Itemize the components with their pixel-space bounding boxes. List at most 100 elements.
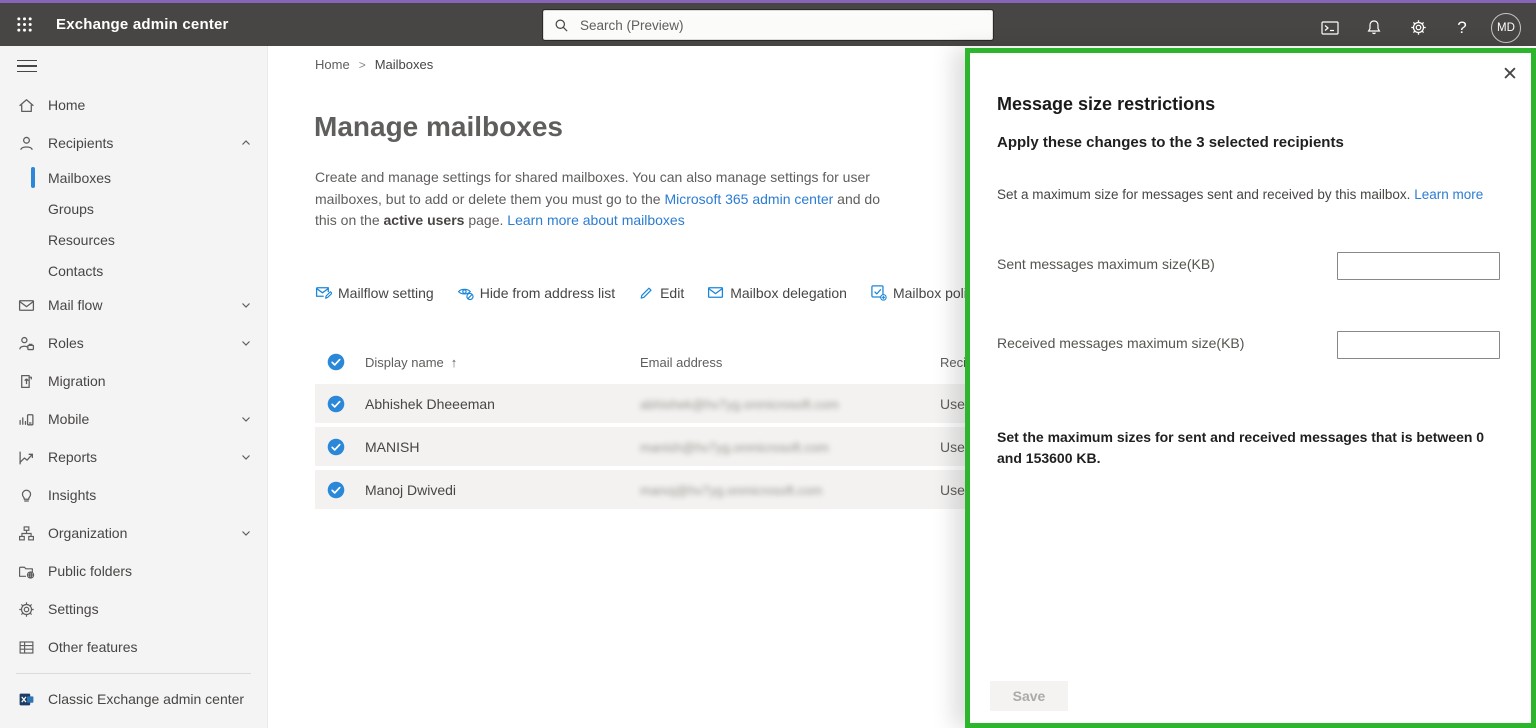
row-checkbox[interactable]	[315, 395, 365, 413]
chevron-down-icon	[240, 527, 252, 539]
column-header-display-name[interactable]: Display name ↑	[365, 355, 640, 370]
sidebar-item-label: Organization	[48, 525, 127, 541]
selected-check-icon	[327, 481, 345, 499]
cell-display-name: MANISH	[365, 439, 640, 455]
sidebar-item-organization[interactable]: Organization	[0, 514, 267, 552]
row-checkbox[interactable]	[315, 438, 365, 456]
sidebar-item-other-features[interactable]: Other features	[0, 628, 267, 666]
nav-collapse-button[interactable]	[0, 46, 267, 86]
chevron-down-icon	[240, 299, 252, 311]
migration-icon	[18, 373, 35, 390]
toolbar-label: Mailflow setting	[338, 285, 434, 301]
search-icon	[554, 18, 569, 33]
sent-max-size-label: Sent messages maximum size(KB)	[997, 256, 1215, 272]
breadcrumb: Home > Mailboxes	[315, 57, 433, 72]
cell-email: manish@hv7yg.onmicrosoft.com	[640, 439, 940, 455]
sidebar-item-label: Migration	[48, 373, 106, 389]
select-all-checkbox[interactable]	[315, 353, 365, 371]
sidebar-item-groups[interactable]: Groups	[0, 193, 267, 224]
account-button[interactable]: MD	[1484, 6, 1528, 49]
sidebar-item-migration[interactable]: Migration	[0, 362, 267, 400]
edit-button[interactable]: Edit	[638, 285, 684, 301]
settings-button[interactable]	[1396, 6, 1440, 49]
sidebar-item-label: Mail flow	[48, 297, 102, 313]
toolbar-label: Edit	[660, 285, 684, 301]
mailbox-delegation-button[interactable]: Mailbox delegation	[707, 284, 847, 301]
close-button[interactable]: ✕	[1495, 59, 1525, 89]
breadcrumb-current[interactable]: Mailboxes	[375, 57, 434, 72]
topbar: Exchange admin center	[0, 0, 1536, 46]
email-text-redacted: manoj@hv7yg.onmicrosoft.com	[640, 483, 822, 498]
chevron-down-icon	[240, 451, 252, 463]
sidebar-item-public-folders[interactable]: Public folders	[0, 552, 267, 590]
sidebar-item-reports[interactable]: Reports	[0, 438, 267, 476]
cloud-shell-icon	[1321, 20, 1339, 36]
selected-check-icon	[327, 353, 345, 371]
help-button[interactable]: ?	[1440, 6, 1484, 49]
cell-email: abhishek@hv7yg.onmicrosoft.com	[640, 396, 940, 412]
column-header-email[interactable]: Email address	[640, 355, 940, 370]
hide-from-address-list-button[interactable]: Hide from address list	[457, 284, 615, 301]
sidebar-item-contacts[interactable]: Contacts	[0, 255, 267, 286]
sidebar-item-mailboxes[interactable]: Mailboxes	[0, 162, 267, 193]
sidebar-item-mobile[interactable]: Mobile	[0, 400, 267, 438]
sidebar-item-recipients[interactable]: Recipients	[0, 124, 267, 162]
search-input[interactable]	[578, 17, 982, 34]
received-max-size-input[interactable]	[1337, 331, 1500, 359]
chevron-down-icon	[240, 337, 252, 349]
cell-display-name: Manoj Dwivedi	[365, 482, 640, 498]
row-checkbox[interactable]	[315, 481, 365, 499]
display-name-text: Abhishek Dheeeman	[365, 396, 495, 412]
cell-email: manoj@hv7yg.onmicrosoft.com	[640, 482, 940, 498]
app-launcher-button[interactable]	[0, 3, 48, 46]
breadcrumb-separator: >	[359, 58, 366, 72]
sidebar-item-label: Mobile	[48, 411, 89, 427]
sidebar-item-label: Settings	[48, 601, 99, 617]
toolbar-label: Mailbox delegation	[730, 285, 847, 301]
sidebar-item-insights[interactable]: Insights	[0, 476, 267, 514]
topbar-actions: ? MD	[1308, 6, 1528, 49]
sidebar-item-settings[interactable]: Settings	[0, 590, 267, 628]
learn-more-link[interactable]: Learn more	[1414, 187, 1483, 202]
intro-text: Set a maximum size for messages sent and…	[997, 187, 1414, 202]
email-text-redacted: manish@hv7yg.onmicrosoft.com	[640, 440, 829, 455]
m365-admin-center-link[interactable]: Microsoft 365 admin center	[664, 191, 833, 207]
panel-subtitle: Apply these changes to the 3 selected re…	[997, 134, 1344, 151]
sidebar-item-label: Mailboxes	[48, 170, 111, 186]
save-button[interactable]: Save	[990, 681, 1068, 711]
people-icon	[18, 135, 35, 152]
column-header-label: Display name	[365, 355, 444, 370]
cloud-shell-button[interactable]	[1308, 6, 1352, 49]
mailflow-setting-button[interactable]: Mailflow setting	[315, 284, 434, 301]
sidebar-item-label: Other features	[48, 639, 138, 655]
notifications-button[interactable]	[1352, 6, 1396, 49]
sidebar: Home Recipients Mailboxes Groups Resourc…	[0, 46, 268, 728]
sidebar-item-resources[interactable]: Resources	[0, 224, 267, 255]
description-text: page.	[464, 212, 507, 228]
learn-more-mailboxes-link[interactable]: Learn more about mailboxes	[507, 212, 684, 228]
chevron-down-icon	[240, 413, 252, 425]
sidebar-item-label: Resources	[48, 232, 115, 248]
cell-display-name: Abhishek Dheeeman	[365, 396, 640, 412]
sidebar-item-label: Reports	[48, 449, 97, 465]
mailflow-setting-icon	[315, 284, 332, 301]
panel-title: Message size restrictions	[997, 94, 1215, 115]
sidebar-item-home[interactable]: Home	[0, 86, 267, 124]
hamburger-icon	[17, 56, 37, 77]
gear-icon	[18, 601, 35, 618]
lightbulb-icon	[18, 487, 35, 504]
chevron-up-icon	[240, 137, 252, 149]
breadcrumb-home[interactable]: Home	[315, 57, 350, 72]
sidebar-item-classic-eac[interactable]: Classic Exchange admin center	[0, 680, 267, 718]
sent-max-size-input[interactable]	[1337, 252, 1500, 280]
sidebar-item-roles[interactable]: Roles	[0, 324, 267, 362]
sidebar-item-label: Public folders	[48, 563, 132, 579]
toolbar-label: Hide from address list	[480, 285, 615, 301]
column-header-label: Email address	[640, 355, 722, 370]
mailbox-delegation-icon	[707, 284, 724, 301]
edit-icon	[638, 285, 654, 301]
sidebar-item-mail-flow[interactable]: Mail flow	[0, 286, 267, 324]
email-text-redacted: abhishek@hv7yg.onmicrosoft.com	[640, 397, 839, 412]
table-grid-icon	[18, 639, 35, 656]
search-box[interactable]	[543, 10, 993, 40]
